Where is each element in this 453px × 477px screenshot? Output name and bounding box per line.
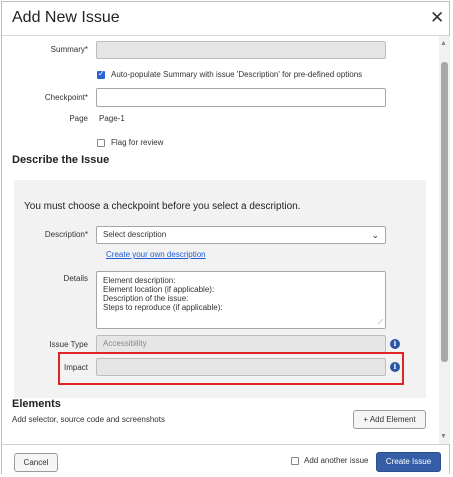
cancel-button[interactable]: Cancel bbox=[14, 453, 58, 472]
chevron-down-icon: ⌄ bbox=[371, 230, 379, 240]
checkpoint-notice: You must choose a checkpoint before you … bbox=[24, 201, 301, 212]
issue-type-label: Issue Type bbox=[49, 340, 88, 349]
description-select-value: Select description bbox=[103, 230, 167, 239]
create-issue-button[interactable]: Create Issue bbox=[376, 452, 441, 472]
details-line: Description of the issue: bbox=[103, 294, 189, 303]
close-icon[interactable]: ✕ bbox=[430, 8, 444, 28]
add-another-label: Add another issue bbox=[304, 456, 369, 465]
impact-field[interactable] bbox=[96, 358, 386, 376]
dialog-header: Add New Issue ✕ bbox=[2, 2, 449, 36]
checkpoint-label: Checkpoint* bbox=[44, 93, 88, 102]
details-textarea[interactable]: Element description: Element location (i… bbox=[96, 271, 386, 329]
auto-populate-checkbox[interactable] bbox=[97, 69, 105, 79]
scrollbar-thumb[interactable] bbox=[441, 62, 448, 362]
describe-heading: Describe the Issue bbox=[12, 154, 110, 166]
details-line: Steps to reproduce (if applicable): bbox=[103, 303, 223, 312]
add-issue-dialog: Add New Issue ✕ ▲ ▼ Summary* Auto-popula… bbox=[1, 1, 450, 474]
impact-label: Impact bbox=[63, 363, 88, 372]
summary-label: Summary* bbox=[50, 45, 88, 54]
elements-heading: Elements bbox=[12, 398, 61, 410]
page-value: Page-1 bbox=[99, 114, 125, 123]
checkpoint-input[interactable] bbox=[96, 88, 386, 107]
description-label: Description* bbox=[44, 230, 88, 239]
add-another-checkbox[interactable] bbox=[291, 457, 299, 465]
impact-info-icon[interactable]: i bbox=[390, 362, 400, 372]
page-label: Page bbox=[69, 114, 88, 123]
details-line: Element location (if applicable): bbox=[103, 285, 215, 294]
summary-input[interactable] bbox=[96, 41, 386, 59]
elements-subtitle: Add selector, source code and screenshot… bbox=[12, 415, 165, 424]
dialog-footer: Cancel Add another issue Create Issue bbox=[2, 444, 449, 474]
scroll-down-icon[interactable]: ▼ bbox=[440, 433, 447, 440]
auto-populate-label: Auto-populate Summary with issue 'Descri… bbox=[111, 70, 363, 79]
add-element-button[interactable]: + Add Element bbox=[353, 410, 426, 429]
flag-review-label: Flag for review bbox=[111, 138, 164, 147]
issue-type-field: Accessibility bbox=[96, 335, 386, 353]
description-select[interactable]: Select description ⌄ bbox=[96, 226, 386, 244]
scroll-up-icon[interactable]: ▲ bbox=[440, 40, 447, 47]
flag-review-checkbox[interactable] bbox=[97, 139, 105, 147]
details-line: Element description: bbox=[103, 276, 176, 285]
details-label: Details bbox=[63, 274, 88, 283]
resize-handle-icon[interactable]: ⟋ bbox=[378, 318, 383, 327]
issue-type-info-icon[interactable]: i bbox=[390, 339, 400, 349]
create-description-link[interactable]: Create your own description bbox=[106, 250, 206, 259]
dialog-title: Add New Issue bbox=[12, 9, 120, 26]
